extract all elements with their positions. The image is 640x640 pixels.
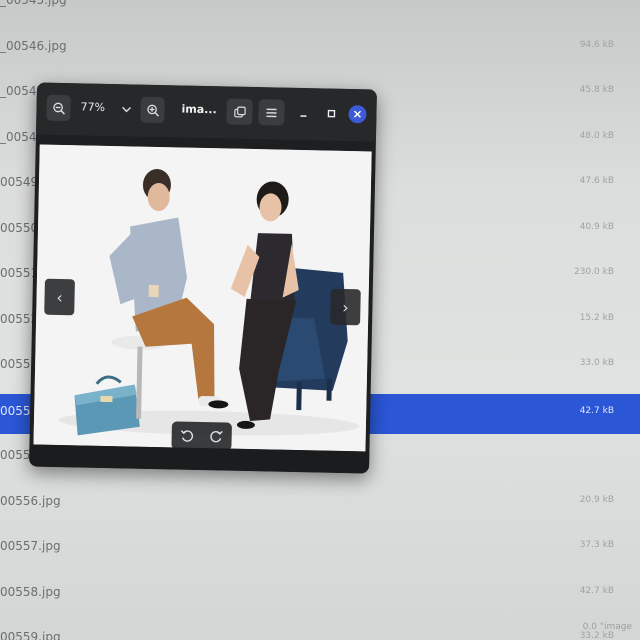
rotate-controls [171, 421, 232, 451]
file-size: 230.0 kB [573, 267, 614, 277]
file-size: 37.3 kB [579, 540, 614, 550]
file-row[interactable]: 00558.jpg 42.7 kB [0, 582, 640, 604]
file-name: 00558.jpg [0, 584, 61, 599]
minimize-icon [300, 115, 307, 117]
zoom-in-button[interactable] [140, 96, 165, 124]
chevron-right-icon: › [342, 297, 349, 317]
zoom-out-icon [52, 102, 65, 115]
file-name: 00556.jpg [0, 493, 61, 508]
file-manager-background: _00545.jpg _00546.jpg 94.6 kB _00547. 45.8 k… [0, 0, 640, 640]
file-row[interactable]: _00546.jpg 94.6 kB [0, 36, 640, 58]
zoom-menu-button[interactable] [116, 96, 137, 122]
image-viewer-window: 77% ima... ‹ › [29, 82, 377, 474]
image-title: ima... [181, 102, 217, 117]
rotate-left-icon [180, 430, 194, 442]
file-size: 33.0 kB [579, 358, 614, 368]
file-size: 47.6 kB [579, 176, 614, 186]
file-row[interactable]: 00556.jpg 20.9 kB [0, 491, 640, 513]
next-image-button[interactable]: › [330, 288, 361, 326]
file-name: 00559.jpg [0, 630, 61, 640]
file-row[interactable]: 00559.jpg 33.2 kB [0, 627, 640, 640]
file-size: 48.0 kB [579, 130, 614, 141]
file-size: 94.6 kB [579, 39, 614, 50]
close-icon [353, 110, 362, 118]
displayed-image [33, 144, 372, 452]
file-size: 45.8 kB [579, 85, 614, 95]
file-row[interactable]: _00545.jpg [0, 0, 640, 12]
main-menu-button[interactable] [258, 99, 285, 126]
maximize-button[interactable] [320, 100, 343, 126]
maximize-icon [327, 109, 336, 118]
zoom-out-button[interactable] [46, 94, 71, 122]
zoom-in-icon [146, 104, 159, 117]
rotate-left-button[interactable] [178, 427, 196, 445]
file-row[interactable]: 00557.jpg 37.3 kB [0, 536, 640, 558]
file-size: 33.2 kB [579, 631, 614, 640]
file-size: 42.7 kB [579, 585, 614, 596]
copy-icon [233, 105, 246, 117]
close-button[interactable] [348, 105, 367, 124]
file-size: 40.9 kB [579, 221, 614, 232]
status-text: 0.0 "image [582, 622, 632, 632]
menu-icon [266, 108, 277, 117]
chevron-down-icon [122, 106, 132, 113]
minimize-button[interactable] [292, 100, 315, 126]
rotate-right-button[interactable] [208, 427, 226, 445]
file-name: _00545.jpg [0, 0, 67, 7]
viewer-toolbar: 77% ima... [35, 82, 377, 142]
file-name: _00546.jpg [0, 38, 67, 53]
file-size: 20.9 kB [579, 494, 614, 505]
zoom-level[interactable]: 77% [80, 100, 105, 114]
file-size: 42.7 kB [579, 405, 614, 416]
chevron-left-icon: ‹ [56, 287, 63, 307]
file-size: 15.2 kB [579, 312, 614, 323]
copy-button[interactable] [226, 98, 253, 125]
rotate-right-icon [210, 430, 223, 443]
previous-image-button[interactable]: ‹ [44, 278, 75, 316]
file-name: 00557.jpg [0, 539, 61, 553]
